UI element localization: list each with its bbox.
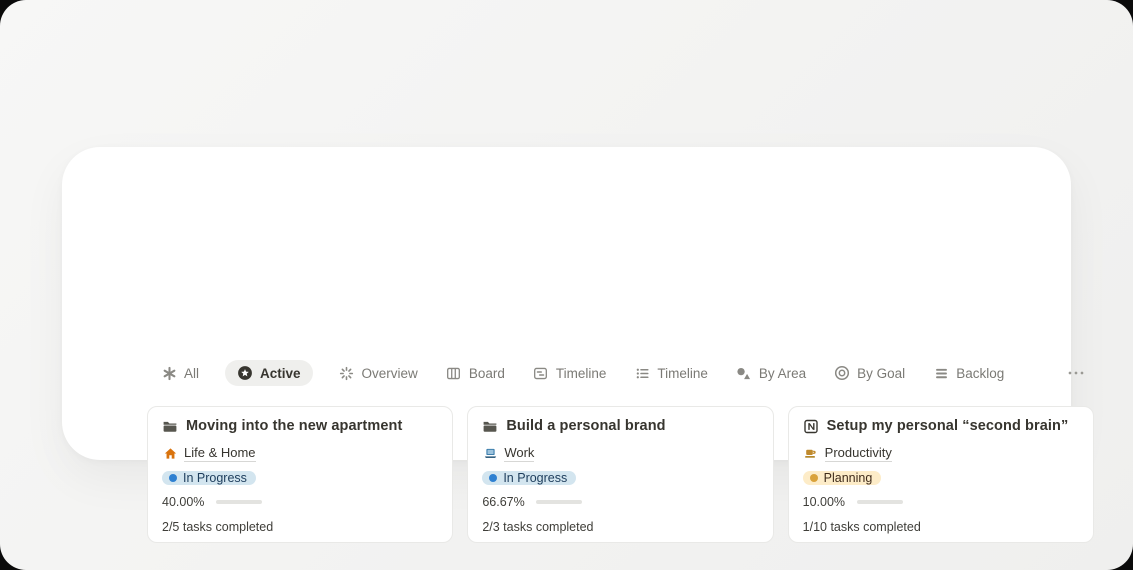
tab-by-area[interactable]: By Area — [734, 360, 808, 386]
status-dot — [169, 474, 177, 483]
app-window: All Active Overview Board Timeline Timel… — [0, 0, 1133, 570]
tab-overview[interactable]: Overview — [337, 360, 420, 386]
tab-board[interactable]: Board — [444, 360, 507, 386]
status-dot — [489, 474, 498, 483]
project-card[interactable]: Setup my personal “second brain” Product… — [787, 406, 1094, 543]
project-card[interactable]: Moving into the new apartment Life & Hom… — [147, 406, 454, 543]
more-ellipsis-icon[interactable] — [1062, 363, 1090, 383]
tab-label: Backlog — [956, 365, 1005, 381]
project-cards-row: Moving into the new apartment Life & Hom… — [147, 406, 1094, 543]
projects-panel: All Active Overview Board Timeline Timel… — [62, 147, 1094, 543]
tab-all[interactable]: All — [159, 360, 201, 386]
status-dot — [809, 474, 818, 483]
board-columns-icon — [446, 365, 462, 381]
asterisk-icon — [161, 365, 177, 381]
laptop-icon — [482, 446, 498, 462]
tasks-completed-text: 2/3 tasks completed — [482, 520, 594, 535]
star-circle-icon — [237, 365, 253, 381]
target-icon — [834, 365, 850, 381]
rows-icon — [933, 365, 949, 381]
area-link[interactable]: Work — [504, 445, 535, 463]
tab-label: Active — [260, 365, 301, 381]
status-label: Planning — [823, 471, 873, 486]
tab-label: Overview — [361, 365, 418, 381]
status-label: In Progress — [503, 471, 568, 486]
folder-icon — [162, 418, 178, 434]
shapes-icon — [736, 365, 752, 381]
notion-logo-icon — [803, 418, 819, 434]
tab-label: Board — [468, 365, 505, 381]
house-icon — [162, 446, 178, 462]
tab-label: By Goal — [857, 365, 906, 381]
bulleted-list-icon — [634, 365, 650, 381]
project-card[interactable]: Build a personal brand Work In Progress … — [467, 406, 774, 543]
progress-percent: 40.00% — [162, 495, 205, 510]
tasks-completed-text: 1/10 tasks completed — [802, 520, 921, 535]
tab-label: Timeline — [555, 365, 607, 381]
tab-by-goal[interactable]: By Goal — [832, 360, 907, 386]
tab-timeline-2[interactable]: Timeline — [632, 360, 710, 386]
area-link[interactable]: Productivity — [824, 445, 892, 463]
progress-percent: 10.00% — [802, 495, 846, 510]
status-badge: Planning — [802, 471, 882, 486]
view-tab-bar: All Active Overview Board Timeline Timel… — [159, 358, 1006, 388]
area-link[interactable]: Life & Home — [184, 445, 256, 463]
tab-label: Timeline — [657, 365, 708, 381]
progress-bar — [856, 500, 903, 505]
progress-percent: 66.67% — [482, 495, 525, 510]
progress-bar — [216, 500, 262, 505]
folder-icon — [482, 418, 498, 434]
progress-bar — [536, 500, 583, 505]
tab-timeline-1[interactable]: Timeline — [531, 360, 609, 386]
tasks-completed-text: 2/5 tasks completed — [162, 520, 274, 535]
tab-label: By Area — [758, 365, 807, 381]
status-label: In Progress — [183, 471, 247, 486]
status-badge: In Progress — [162, 471, 256, 486]
project-title: Moving into the new apartment — [186, 418, 403, 434]
project-title: Setup my personal “second brain” — [826, 418, 1069, 434]
tab-active[interactable]: Active — [225, 360, 313, 386]
spinner-icon — [339, 365, 355, 381]
tab-backlog[interactable]: Backlog — [931, 360, 1006, 386]
tab-label: All — [184, 365, 200, 381]
coffee-icon — [803, 446, 819, 462]
status-badge: In Progress — [482, 471, 577, 486]
page-lines-icon — [533, 365, 549, 381]
project-title: Build a personal brand — [506, 418, 666, 434]
